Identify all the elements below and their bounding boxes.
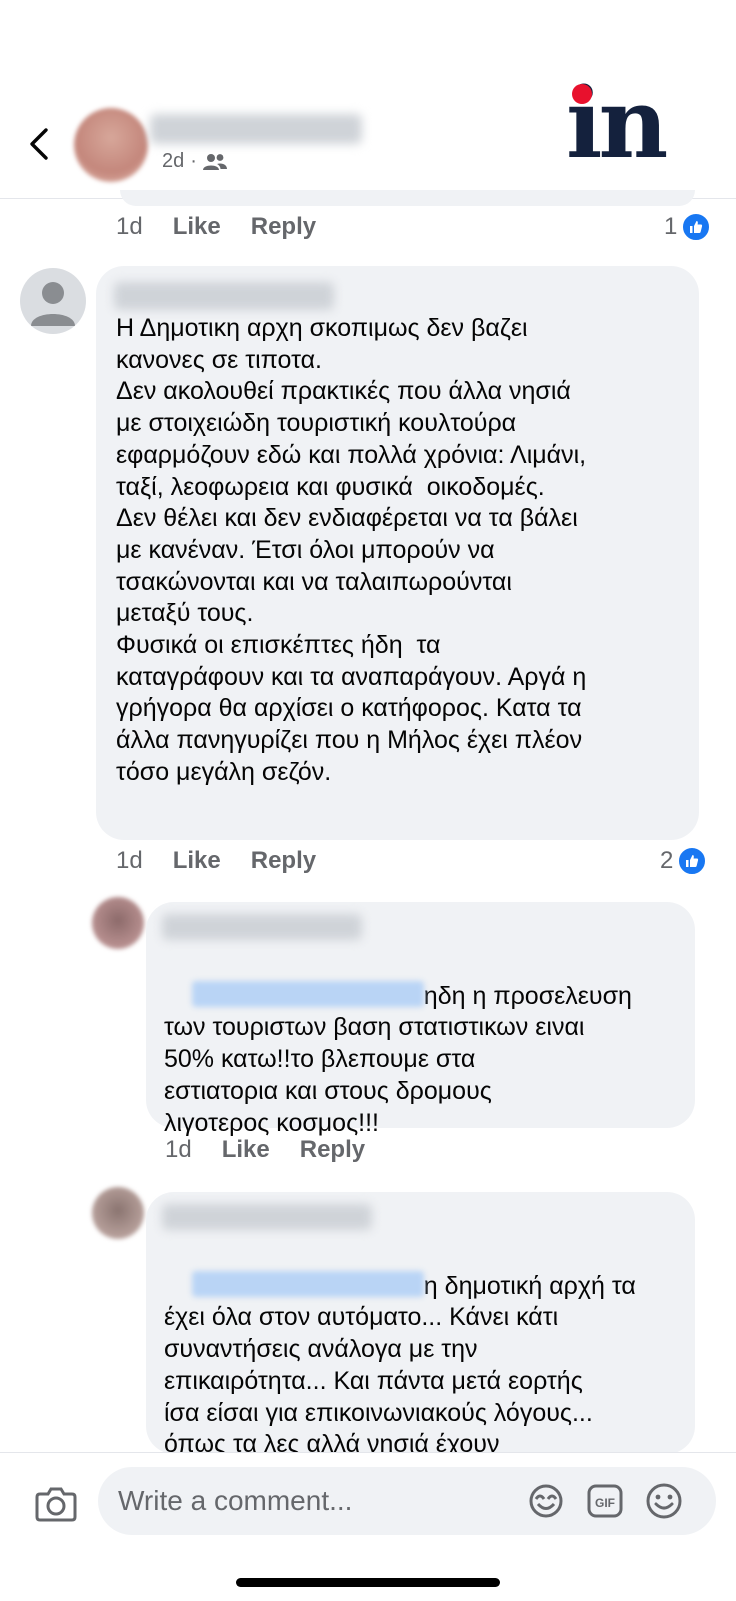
post-author-avatar[interactable] (74, 108, 148, 182)
camera-icon[interactable] (34, 1484, 78, 1524)
post-header: 2d · in (0, 0, 736, 199)
reply-author-name[interactable] (162, 914, 362, 940)
comment-time: 1d (116, 213, 143, 240)
like-button[interactable]: Like (173, 847, 221, 875)
home-indicator[interactable] (236, 1578, 500, 1587)
reply-text-rest: των τουριστων βαση στατιστικων ειναι 50%… (164, 1013, 585, 1137)
avatar-sticker-icon[interactable] (527, 1482, 565, 1520)
comment-time: 1d (116, 847, 143, 874)
comment-bubble: Η Δημοτικη αρχη σκοπιμως δεν βαζει κανον… (96, 266, 699, 840)
thumbs-up-icon (681, 212, 712, 242)
gif-icon[interactable]: GIF (586, 1482, 624, 1520)
previous-comment-bubble-edge (120, 190, 695, 206)
reply-text-first: η δημοτική αρχή τα (423, 1271, 636, 1300)
comment-text: Η Δημοτικη αρχη σκοπιμως δεν βαζει κανον… (116, 314, 587, 786)
reply-text-first: ηδη η προσελευση (423, 981, 632, 1010)
prev-comment-actions: 1d Like Reply (116, 213, 346, 241)
default-avatar[interactable] (20, 268, 86, 334)
reply-bubble: η δημοτική αρχή τα έχει όλα στον αυτόματο… (146, 1192, 695, 1458)
commenter-name[interactable] (114, 282, 334, 310)
logo-dot (572, 84, 592, 104)
reaction-count[interactable]: 1 (664, 212, 712, 242)
svg-text:GIF: GIF (595, 1496, 615, 1510)
post-meta: 2d · (162, 150, 227, 173)
thumbs-up-icon (677, 846, 708, 876)
comment-actions: 1d Like Reply (116, 847, 346, 875)
reply-author-name[interactable] (162, 1204, 372, 1230)
friends-icon (202, 153, 227, 170)
like-button[interactable]: Like (173, 213, 221, 241)
emoji-icon[interactable] (645, 1482, 683, 1520)
reply-bubble: ηδη η προσελευση των τουριστων βαση στατι… (146, 902, 695, 1137)
reply-actions: 1d Like Reply (165, 1136, 395, 1164)
comment-time: 1d (165, 1136, 192, 1163)
mention-tag[interactable] (191, 1270, 424, 1297)
reply-author-avatar[interactable] (92, 897, 144, 949)
reaction-number: 2 (660, 847, 674, 874)
reply-button[interactable]: Reply (251, 847, 316, 875)
post-time: 2d (162, 150, 185, 172)
comment-input-placeholder: Write a comment... (118, 1485, 353, 1516)
reply-author-avatar[interactable] (92, 1187, 144, 1239)
mention-tag[interactable] (191, 980, 424, 1007)
like-button[interactable]: Like (222, 1136, 270, 1164)
person-silhouette-icon (31, 282, 75, 326)
post-author-name[interactable] (150, 114, 362, 144)
reply-text-rest: έχει όλα στον αυτόματο... Κάνει κάτι συν… (164, 1303, 593, 1459)
reaction-count[interactable]: 2 (660, 846, 708, 876)
reaction-number: 1 (664, 213, 678, 240)
reply-button[interactable]: Reply (300, 1136, 365, 1164)
reply-button[interactable]: Reply (251, 213, 316, 241)
in-logo: in (566, 76, 680, 176)
back-arrow-icon[interactable] (26, 124, 54, 164)
